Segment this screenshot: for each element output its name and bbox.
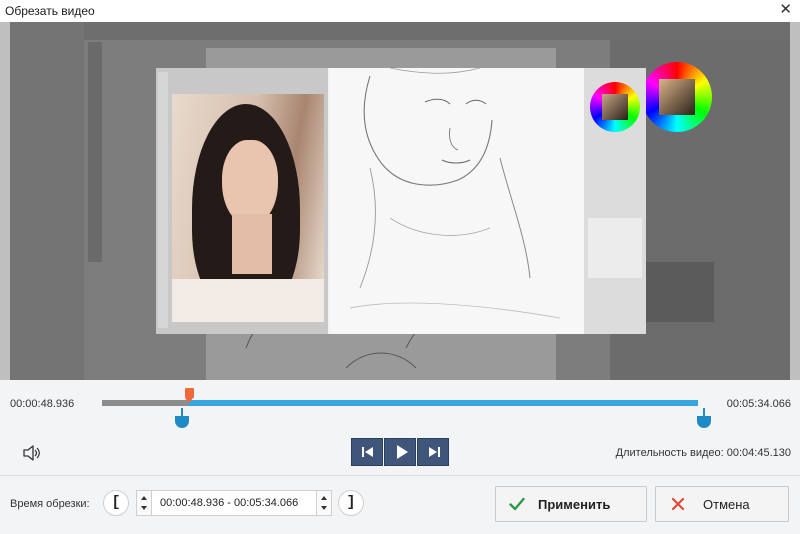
title-bar: Обрезать видео ✕	[0, 0, 800, 23]
video-background-layers	[644, 262, 714, 322]
apply-button-label: Применить	[538, 497, 611, 512]
overlay-sketch-canvas	[330, 67, 584, 334]
timeline-start-time: 00:00:48.936	[10, 398, 75, 410]
cancel-button[interactable]: Отмена	[655, 486, 789, 522]
volume-button[interactable]	[22, 444, 42, 462]
spin-down-icon[interactable]	[321, 506, 327, 510]
next-button[interactable]	[417, 438, 449, 466]
apply-button[interactable]: Применить	[495, 486, 647, 522]
video-background-panel	[10, 22, 84, 380]
overlay-color-wheel	[590, 82, 640, 132]
trim-start-handle[interactable]	[175, 408, 189, 428]
overlay-layers-panel	[588, 218, 642, 278]
play-icon	[397, 445, 408, 459]
video-overlay-window	[156, 67, 646, 334]
set-start-button[interactable]: [	[103, 490, 129, 516]
trim-time-label: Время обрезки:	[10, 498, 90, 510]
checkmark-icon	[509, 497, 525, 511]
play-button[interactable]	[384, 438, 416, 466]
video-background-color-wheel	[642, 62, 712, 132]
skip-back-icon	[362, 447, 373, 457]
spin-up-icon[interactable]	[321, 496, 327, 500]
close-button[interactable]: ✕	[779, 2, 792, 18]
trim-time-input[interactable]	[152, 490, 316, 516]
video-preview-area	[0, 22, 800, 380]
video-background-toolbar	[84, 22, 790, 40]
start-time-spinner[interactable]	[136, 490, 152, 516]
skip-forward-icon	[429, 447, 440, 457]
face-sketch	[349, 67, 561, 319]
playhead-marker[interactable]	[185, 388, 194, 403]
cross-icon	[671, 497, 685, 511]
reference-photo	[172, 94, 324, 322]
overlay-color-panel	[584, 68, 646, 334]
video-duration: Длительность видео: 00:04:45.130	[615, 447, 791, 459]
video-frame[interactable]	[10, 22, 790, 380]
timeline-unselected-track[interactable]	[102, 400, 188, 406]
video-background-tools	[88, 42, 102, 262]
divider	[0, 475, 800, 476]
spin-up-icon[interactable]	[141, 496, 147, 500]
overlay-tools	[158, 72, 168, 328]
previous-button[interactable]	[351, 438, 383, 466]
overlay-reference-panel	[156, 68, 328, 334]
spin-down-icon[interactable]	[141, 506, 147, 510]
cancel-button-label: Отмена	[703, 497, 750, 512]
trim-end-handle[interactable]	[697, 408, 711, 428]
end-time-spinner[interactable]	[316, 490, 332, 516]
set-end-button[interactable]: ]	[338, 490, 364, 516]
timeline-selected-track[interactable]	[188, 400, 698, 406]
speaker-icon	[23, 445, 40, 461]
timeline-end-time: 00:05:34.066	[726, 398, 791, 410]
window-title: Обрезать видео	[5, 4, 95, 18]
